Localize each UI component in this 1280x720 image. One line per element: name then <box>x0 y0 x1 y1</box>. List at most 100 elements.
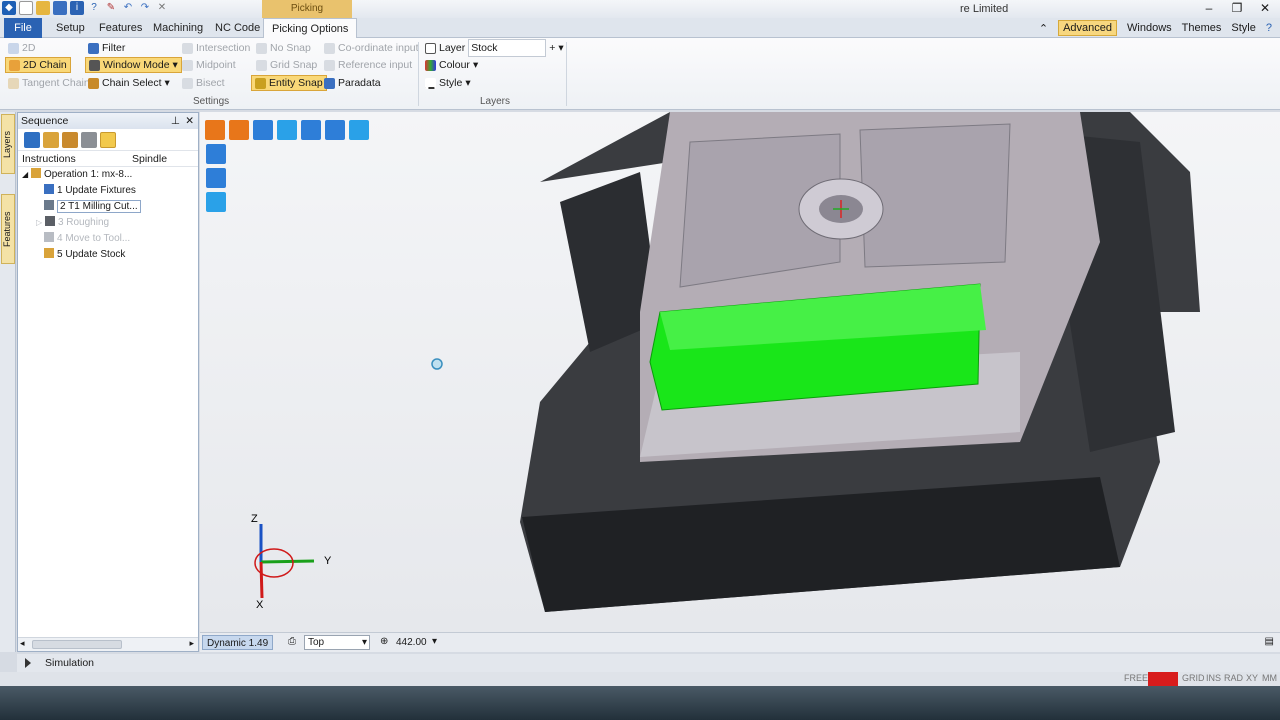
midpoint-icon <box>182 59 193 71</box>
collapse-triangle-icon[interactable]: ◢ <box>22 170 28 179</box>
grid-snap-button[interactable]: Grid Snap <box>256 57 317 73</box>
status-mm[interactable]: MM <box>1262 673 1277 683</box>
bisect-button[interactable]: Bisect <box>182 75 225 91</box>
column-spindle[interactable]: Spindle <box>132 151 167 166</box>
add-layer-icon[interactable]: + <box>549 40 555 56</box>
simulation-label[interactable]: Simulation <box>45 654 94 672</box>
xyz-icon <box>324 59 335 71</box>
tab-machining[interactable]: Machining <box>145 18 211 38</box>
scroll-left-icon[interactable]: ◂ <box>20 638 25 649</box>
sequence-scrollbar[interactable]: ◂ ▸ <box>18 637 198 651</box>
colour-label: Colour <box>439 59 470 71</box>
window-mode-button[interactable]: Window Mode ▾ <box>85 57 182 73</box>
colour-button[interactable]: Colour ▾ <box>425 57 478 73</box>
2d-chain-label: 2D Chain <box>23 59 67 71</box>
chain-select-button[interactable]: Chain Select ▾ <box>88 75 170 91</box>
paradata-button[interactable]: Paradata <box>324 75 381 91</box>
open-folder-icon[interactable] <box>36 1 50 15</box>
scroll-thumb[interactable] <box>32 640 122 649</box>
line-style-button[interactable]: Style ▾ <box>425 75 471 91</box>
tab-setup[interactable]: Setup <box>48 18 93 38</box>
midpoint-button[interactable]: Midpoint <box>182 57 236 73</box>
advanced-button[interactable]: Advanced <box>1058 20 1118 36</box>
2d-chain-button[interactable]: 2D Chain <box>5 57 71 73</box>
refresh-icon[interactable] <box>24 132 40 148</box>
tree-row-roughing[interactable]: ▷ 3 Roughing <box>18 215 198 231</box>
status-xy[interactable]: XY <box>1246 673 1258 683</box>
tool-list-icon[interactable] <box>43 132 59 148</box>
new-file-icon[interactable] <box>19 1 33 15</box>
column-instructions[interactable]: Instructions <box>18 151 132 166</box>
redo-icon[interactable]: ↷ <box>138 1 152 15</box>
collapse-ribbon-icon[interactable]: ⌃ <box>1039 22 1048 35</box>
close-panel-icon[interactable]: ✕ <box>185 113 194 129</box>
tab-features[interactable]: Features <box>91 18 150 38</box>
minimize-button[interactable]: – <box>1202 1 1216 15</box>
scroll-right-icon[interactable]: ▸ <box>189 638 194 649</box>
paradata-label: Paradata <box>338 77 381 89</box>
operation-list-icon[interactable] <box>62 132 78 148</box>
style-menu[interactable]: Style <box>1231 22 1255 34</box>
windows-menu[interactable]: Windows <box>1127 22 1172 34</box>
close-button[interactable]: ✕ <box>1258 1 1272 15</box>
filter-button[interactable]: Filter <box>88 40 125 56</box>
pin-icon[interactable]: ⊥ <box>171 113 180 129</box>
view-select[interactable]: Top ▾ <box>304 635 370 650</box>
chevron-down-icon: ▾ <box>172 59 178 71</box>
expand-triangle-icon[interactable]: ▷ <box>36 218 42 227</box>
layer-select[interactable]: Stock <box>468 39 547 57</box>
chevron-down-icon[interactable]: ▾ <box>432 636 437 647</box>
save-icon[interactable] <box>53 1 67 15</box>
status-rad[interactable]: RAD <box>1224 673 1243 683</box>
tab-picking-options[interactable]: Picking Options <box>263 18 358 39</box>
tree-row-update-stock[interactable]: 5 Update Stock <box>18 247 198 263</box>
status-free[interactable]: FREE <box>1124 673 1148 683</box>
coordinate-input-button[interactable]: Co-ordinate input <box>324 40 419 56</box>
os-taskbar <box>0 686 1280 720</box>
settings-gear-icon[interactable] <box>81 132 97 148</box>
3d-viewport[interactable]: Z Y X <box>200 112 1280 632</box>
undo-icon[interactable]: ↶ <box>121 1 135 15</box>
fixture-icon <box>44 184 54 194</box>
chevron-down-icon[interactable]: ▾ <box>558 40 563 56</box>
tree-row-move-to-tool[interactable]: 4 Move to Tool... <box>18 231 198 247</box>
milling-cut-label: 2 T1 Milling Cut... <box>57 200 141 213</box>
midpoint-label: Midpoint <box>196 59 236 71</box>
layer-field[interactable]: Layer Stock + ▾ <box>425 39 564 57</box>
quick-access-toolbar: ◆ i ? ✎ ↶ ↷ ✕ <box>2 1 169 15</box>
sync-icon[interactable] <box>100 132 116 148</box>
play-icon[interactable] <box>25 658 31 668</box>
resize-grip-icon[interactable]: ▤ <box>1265 636 1274 647</box>
mode-2d-button[interactable]: 2D <box>8 40 35 56</box>
triad-y-label: Y <box>324 555 332 567</box>
zoom-value[interactable]: 442.00 <box>396 637 427 648</box>
tree-row-operation[interactable]: ◢ Operation 1: mx-8... <box>18 167 198 183</box>
reference-input-button[interactable]: Reference input <box>324 57 412 73</box>
simulation-bar: Simulation <box>17 654 1280 672</box>
layers-side-tab[interactable]: Layers <box>1 114 15 174</box>
tree-row-update-fixtures[interactable]: 1 Update Fixtures <box>18 183 198 199</box>
no-snap-button[interactable]: No Snap <box>256 40 311 56</box>
help-circle-icon[interactable]: ? <box>1266 22 1272 34</box>
tools-icon[interactable]: ✎ <box>104 1 118 15</box>
tab-nc-code[interactable]: NC Code <box>207 18 268 38</box>
help-icon[interactable]: ? <box>87 1 101 15</box>
dynamic-mode-button[interactable]: Dynamic 1.49 <box>202 635 274 650</box>
info-icon[interactable]: i <box>70 1 84 15</box>
app-logo-icon[interactable]: ◆ <box>2 1 16 15</box>
entity-snap-label: Entity Snap <box>269 77 323 89</box>
entity-snap-button[interactable]: Entity Snap <box>251 75 327 91</box>
status-grid[interactable]: GRID <box>1182 673 1205 683</box>
no-snap-icon <box>256 42 267 54</box>
status-ins[interactable]: INS <box>1206 673 1221 683</box>
features-side-tab[interactable]: Features <box>1 194 15 264</box>
intersection-button[interactable]: Intersection <box>182 40 250 56</box>
entity-snap-icon <box>255 77 266 89</box>
tree-row-milling-cut[interactable]: 2 T1 Milling Cut... <box>18 199 198 215</box>
maximize-button[interactable]: ❐ <box>1230 1 1244 15</box>
sequence-toolbar <box>18 129 198 151</box>
tab-file[interactable]: File <box>4 18 42 38</box>
themes-menu[interactable]: Themes <box>1182 22 1222 34</box>
delete-icon[interactable]: ✕ <box>155 1 169 15</box>
tangent-chain-button[interactable]: Tangent Chain <box>8 75 90 91</box>
